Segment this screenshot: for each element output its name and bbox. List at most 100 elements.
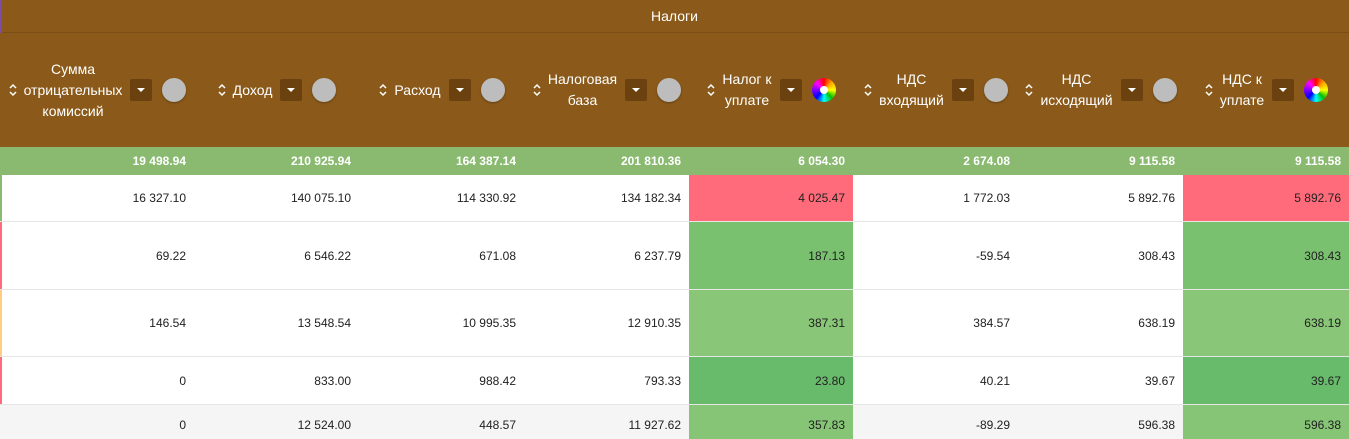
total-cell-vat-in: 2 674.08 [963,154,1010,168]
column-menu-button[interactable] [280,79,303,101]
cell-tax-base: 11 927.62 [628,417,682,432]
totals-row: 19 498.94 210 925.94 164 387.14 201 810.36 6… [0,147,1349,175]
color-wheel-icon[interactable] [1304,78,1329,102]
column-label: НДС к уплате [1219,71,1265,108]
cell-expense: 10 995.35 [462,316,516,330]
column-label: Расход [394,81,441,98]
cell-vat-payable: 596.38 [1183,405,1349,439]
column-header-vat-in[interactable]: НДС входящий [853,33,1018,147]
sort-icon[interactable] [8,82,18,98]
column-header-tax-base[interactable]: Налоговая база [524,33,689,147]
cell-vat-payable: 39.67 [1183,357,1349,404]
column-header-tax-payable[interactable]: Налог к уплате [689,33,853,147]
cell-vat-payable: 308.43 [1183,222,1349,289]
cell-tax-base: 6 237.79 [634,248,681,263]
chevron-down-icon [1279,88,1288,92]
sort-icon[interactable] [1204,82,1214,98]
cell-commissions: 146.54 [149,316,186,330]
cell-vat-out: 596.38 [1138,417,1175,432]
cell-vat-out: 308.43 [1138,248,1175,263]
cell-tax-payable: 23.80 [689,357,853,404]
cell-vat-payable: 638.19 [1183,290,1349,356]
cell-commissions: 0 [179,417,186,432]
cell-income: 140 075.10 [290,191,351,205]
column-header-inner: Доход [217,78,337,102]
cell-commissions: 69.22 [155,248,186,263]
column-menu-button[interactable] [625,79,648,101]
toggle-circle-button[interactable] [1152,78,1177,102]
sort-icon[interactable] [1024,82,1034,98]
cell-tax-base: 793.33 [644,373,681,388]
column-header-vat-payable[interactable]: НДС к уплате [1183,33,1349,147]
table-row[interactable]: 16 327.10 140 075.10 114 330.92 134 182.34 4… [0,175,1349,222]
column-menu-button[interactable] [779,79,802,101]
group-header-taxes: Налоги [0,0,1349,33]
table-row[interactable]: 69.22 6 546.22 671.08 6 237.79 187.13 -59.54 3… [0,222,1349,290]
cell-tax-base: 134 182.34 [620,191,681,205]
data-rows: 16 327.10 140 075.10 114 330.92 134 182.34 4… [0,175,1349,439]
group-header-label: Налоги [651,8,698,24]
cell-income: 833.00 [314,373,351,388]
cell-vat-in: 40.21 [979,373,1010,388]
sort-icon[interactable] [706,82,716,98]
cell-expense: 988.42 [479,373,516,388]
column-header-inner: НДС исходящий [1024,69,1177,111]
column-header-inner: НДС входящий [863,69,1008,111]
column-header-vat-out[interactable]: НДС исходящий [1018,33,1183,147]
cell-tax-payable: 357.83 [689,405,853,439]
sort-icon[interactable] [863,82,873,98]
cell-expense: 671.08 [479,248,516,263]
total-cell-tax-base: 201 810.36 [620,154,681,168]
chevron-down-icon [455,88,464,92]
toggle-circle-button[interactable] [983,78,1008,102]
column-menu-button[interactable] [1120,79,1143,101]
column-label: Сумма отрицательных комиссий [23,60,123,119]
cell-income: 6 546.22 [304,248,351,263]
chevron-down-icon [287,88,296,92]
cell-expense: 114 330.92 [456,191,516,205]
cell-vat-out: 39.67 [1144,373,1175,388]
cell-tax-base: 12 910.35 [627,316,681,330]
cell-commissions: 16 327.10 [132,191,186,205]
column-menu-button[interactable] [951,79,974,101]
total-cell-vat-payable: 9 115.58 [1294,154,1341,168]
column-header-commissions[interactable]: Сумма отрицательных комиссий [0,33,194,147]
total-cell-commissions: 19 498.94 [132,154,186,168]
table-row[interactable]: 0 12 524.00 448.57 11 927.62 357.83 -89.29 596… [0,405,1349,439]
toggle-circle-button[interactable] [657,78,682,102]
chevron-down-icon [137,88,146,92]
column-label: НДС исходящий [1040,71,1113,108]
cell-vat-out: 638.19 [1138,316,1175,330]
column-menu-button[interactable] [448,79,471,101]
color-wheel-icon[interactable] [811,78,836,102]
total-cell-tax-payable: 6 054.30 [798,154,845,168]
column-label: НДС входящий [879,71,944,108]
column-label: Налог к уплате [722,71,772,108]
cell-tax-payable: 187.13 [689,222,853,289]
chevron-down-icon [786,88,795,92]
toggle-circle-button[interactable] [480,78,505,102]
cell-income: 12 524.00 [297,417,351,432]
column-menu-button[interactable] [130,79,153,101]
row-status-marker [0,357,2,404]
column-header-inner: Налоговая база [532,69,682,111]
cell-expense: 448.57 [479,417,516,432]
row-status-marker [0,175,2,221]
cell-vat-payable: 5 892.76 [1183,175,1349,221]
table-row[interactable]: 0 833.00 988.42 793.33 23.80 40.21 39.67 39.67 [0,357,1349,405]
column-header-inner: Сумма отрицательных комиссий [8,59,187,122]
chevron-down-icon [632,88,641,92]
column-header-income[interactable]: Доход [194,33,359,147]
column-headers: Сумма отрицательных комиссий Доход Расход Н… [0,33,1349,147]
total-cell-expense: 164 387.14 [455,154,516,168]
table-row[interactable]: 146.54 13 548.54 10 995.35 12 910.35 387.31 3… [0,290,1349,357]
toggle-circle-button[interactable] [312,78,337,102]
sort-icon[interactable] [532,82,542,98]
column-header-expense[interactable]: Расход [359,33,524,147]
sort-icon[interactable] [378,82,388,98]
sort-icon[interactable] [217,82,227,98]
toggle-circle-button[interactable] [162,78,187,102]
column-label: Доход [232,81,273,98]
cell-commissions: 0 [179,373,186,388]
column-menu-button[interactable] [1272,79,1295,101]
